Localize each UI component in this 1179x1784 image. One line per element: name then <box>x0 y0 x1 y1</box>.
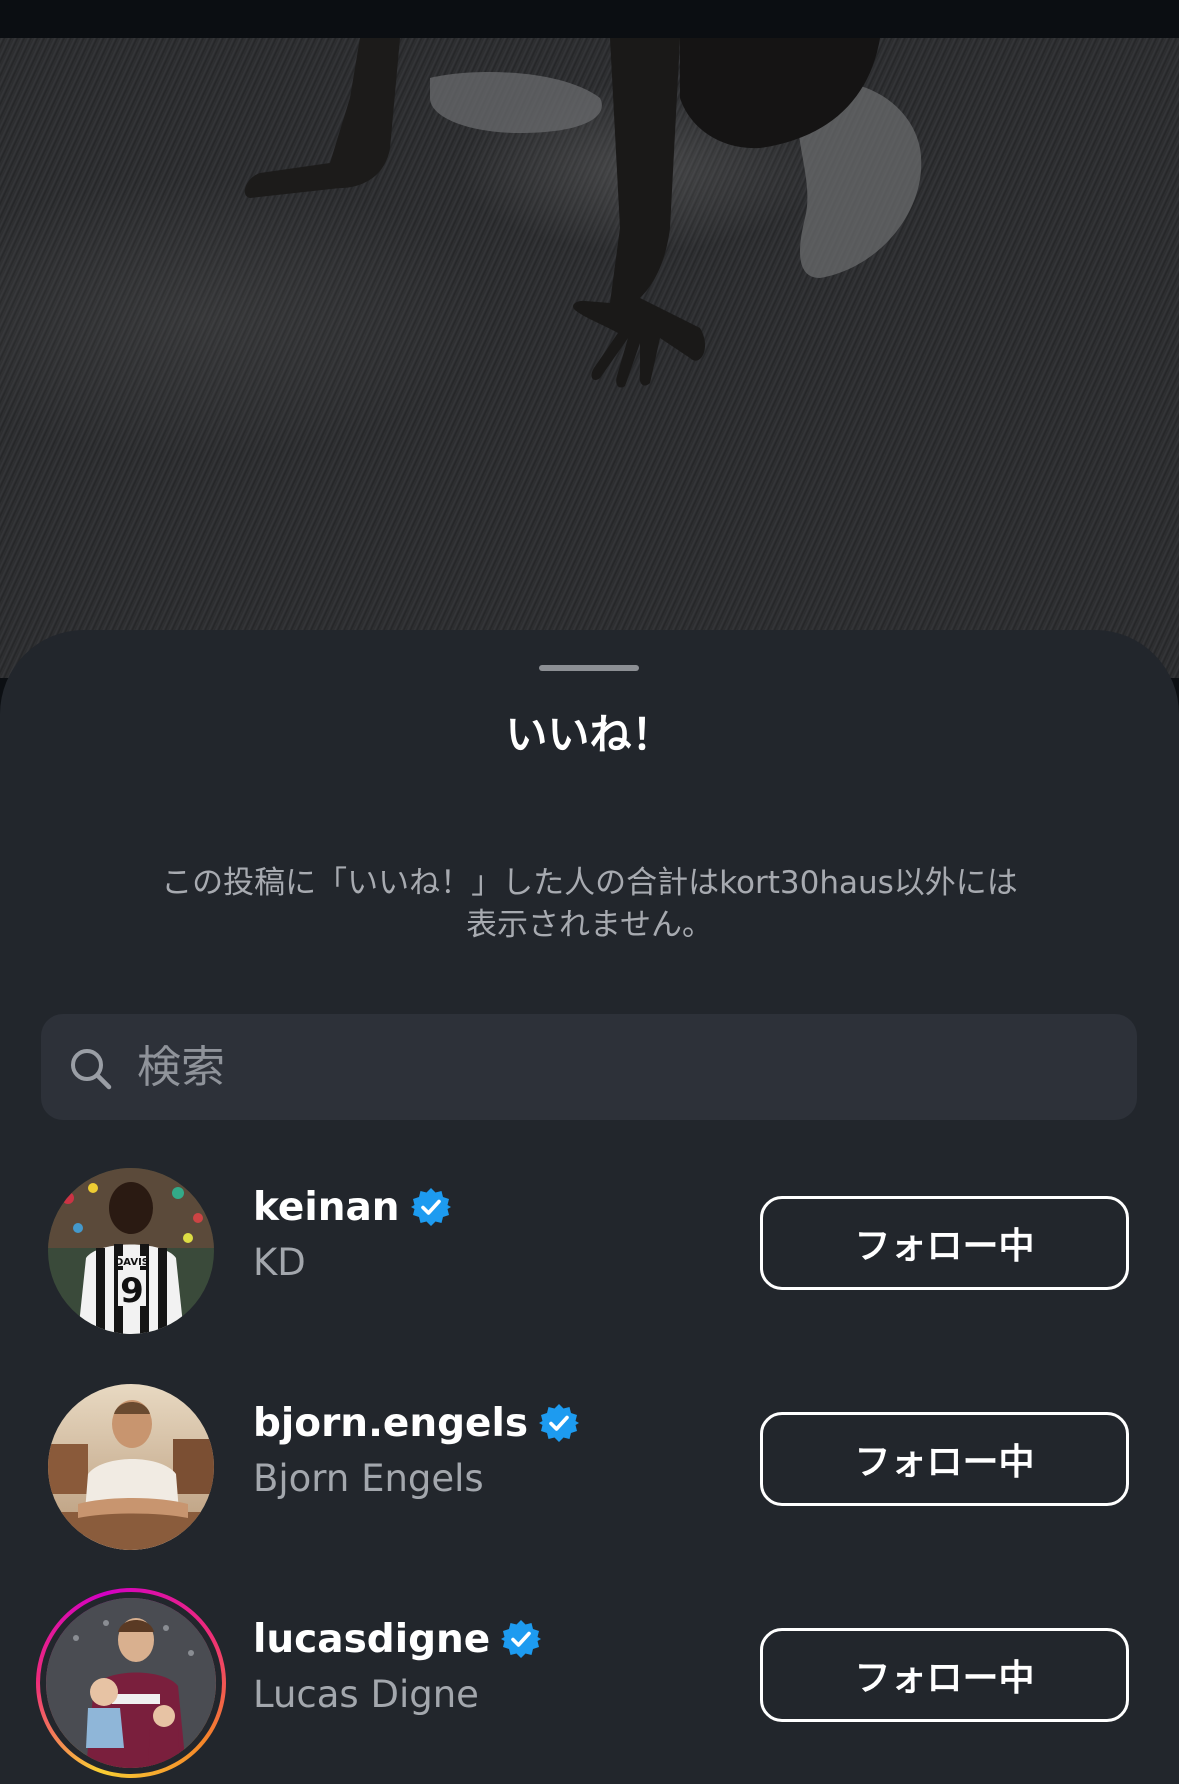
avatar-story-ring[interactable] <box>36 1588 226 1778</box>
search-input[interactable] <box>137 1014 1097 1126</box>
username-line[interactable]: keinan <box>253 1180 452 1234</box>
post-photo-backdrop[interactable] <box>0 38 1179 678</box>
search-bar[interactable] <box>41 1014 1137 1126</box>
username[interactable]: lucasdigne <box>253 1617 490 1662</box>
following-button[interactable]: フォロー中 <box>760 1196 1129 1290</box>
svg-text:9: 9 <box>120 1271 144 1311</box>
verified-badge-icon <box>501 1620 542 1658</box>
screen: いいね！ この投稿に「いいね！」した人の合計はkort30haus以外には表示さ… <box>0 0 1179 1784</box>
athlete-photo-image <box>244 38 922 388</box>
username-line[interactable]: bjorn.engels <box>253 1396 580 1450</box>
full-name: KD <box>253 1241 306 1284</box>
svg-text:DAVIS: DAVIS <box>115 1257 149 1268</box>
avatar-lucasdigne <box>46 1598 216 1768</box>
verified-badge-icon <box>539 1404 580 1442</box>
username-line[interactable]: lucasdigne <box>253 1612 542 1666</box>
full-name: Bjorn Engels <box>253 1457 484 1500</box>
user-row-bjorn-engels[interactable]: bjorn.engels Bjorn Engels フォロー中 <box>0 1366 1179 1556</box>
status-bar <box>0 0 1179 38</box>
avatar-bjorn-engels <box>48 1384 214 1550</box>
user-row-keinan[interactable]: DAVIS 9 keinan KD フォロー中 <box>0 1150 1179 1340</box>
avatar[interactable]: DAVIS 9 <box>36 1156 226 1346</box>
following-button[interactable]: フォロー中 <box>760 1412 1129 1506</box>
avatar[interactable] <box>36 1372 226 1562</box>
likes-bottom-sheet: いいね！ この投稿に「いいね！」した人の合計はkort30haus以外には表示さ… <box>0 630 1179 1784</box>
following-button[interactable]: フォロー中 <box>760 1628 1129 1722</box>
likes-privacy-notice: この投稿に「いいね！」した人の合計はkort30haus以外には表示されません。 <box>161 865 1018 943</box>
username[interactable]: bjorn.engels <box>253 1401 528 1446</box>
full-name: Lucas Digne <box>253 1673 479 1716</box>
sheet-title: いいね！ <box>505 710 674 759</box>
verified-badge-icon <box>410 1188 451 1226</box>
user-row-lucasdigne[interactable]: lucasdigne Lucas Digne フォロー中 <box>0 1582 1179 1778</box>
sheet-grabber[interactable] <box>539 665 639 671</box>
search-icon <box>71 1049 112 1090</box>
username[interactable]: keinan <box>253 1185 400 1230</box>
avatar-keinan: DAVIS 9 <box>48 1168 214 1334</box>
